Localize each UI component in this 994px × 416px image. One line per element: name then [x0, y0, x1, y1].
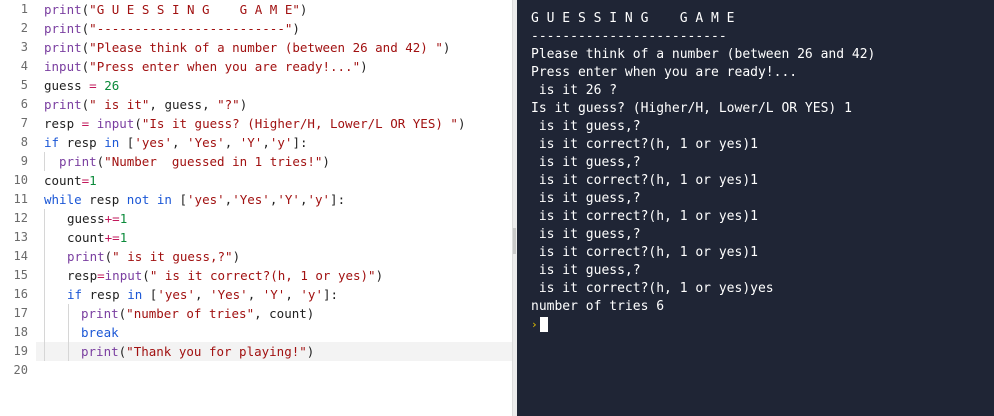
console-line: -------------------------: [531, 29, 727, 44]
text-cursor: [539, 317, 548, 332]
line-number-current: 19: [13, 344, 28, 358]
console-line: Please think of a number (between 26 and…: [531, 47, 876, 62]
line-number: 3: [20, 40, 28, 54]
line-number: 13: [13, 230, 28, 244]
code-line[interactable]: print("number of tries", count): [81, 304, 314, 323]
code-line[interactable]: guess = 26: [44, 76, 119, 95]
code-line[interactable]: print("Number guessed in 1 tries!"): [59, 152, 330, 171]
console-line: is it 26 ?: [531, 83, 618, 98]
line-number: 2: [20, 21, 28, 35]
code-line[interactable]: print(" is it", guess, "?"): [44, 95, 247, 114]
console-line: Is it guess? (Higher/H, Lower/L OR YES) …: [531, 101, 852, 116]
console-line: is it guess,?: [531, 155, 641, 170]
code-line[interactable]: break: [81, 323, 119, 342]
line-number: 5: [20, 78, 28, 92]
console-line: is it correct?(h, 1 or yes)1: [531, 245, 758, 260]
line-number: 17: [13, 306, 28, 320]
console-input-line[interactable]: ›: [531, 316, 548, 334]
code-line[interactable]: count+=1: [67, 228, 127, 247]
code-line[interactable]: while resp not in ['yes','Yes','Y','y']:: [44, 190, 345, 209]
line-number: 4: [20, 59, 28, 73]
code-line[interactable]: if resp in ['yes', 'Yes', 'Y', 'y']:: [67, 285, 338, 304]
line-number: 11: [13, 192, 28, 206]
line-number: 9: [20, 154, 28, 168]
code-line[interactable]: print("G U E S S I N G G A M E"): [44, 0, 307, 19]
line-number: 8: [20, 135, 28, 149]
code-line[interactable]: count=1: [44, 171, 97, 190]
code-area[interactable]: print("G U E S S I N G G A M E") print("…: [36, 0, 512, 416]
line-number-gutter: 1 2 3 4 5 6 7 8 9 10 11 12 13 14 15 16 1…: [0, 0, 36, 416]
console-line: Press enter when you are ready!...: [531, 65, 798, 80]
line-number: 18: [13, 325, 28, 339]
console-line: is it guess,?: [531, 119, 641, 134]
console-line: is it correct?(h, 1 or yes)yes: [531, 281, 774, 296]
code-line[interactable]: guess+=1: [67, 209, 127, 228]
code-line[interactable]: resp = input("Is it guess? (Higher/H, Lo…: [44, 114, 465, 133]
console-line: number of tries 6: [531, 299, 665, 314]
console-line: is it correct?(h, 1 or yes)1: [531, 173, 758, 188]
code-line[interactable]: print("Please think of a number (between…: [44, 38, 450, 57]
line-number: 15: [13, 268, 28, 282]
line-number: 16: [13, 287, 28, 301]
line-number: 1: [20, 2, 28, 16]
code-editor[interactable]: 1 2 3 4 5 6 7 8 9 10 11 12 13 14 15 16 1…: [0, 0, 512, 416]
console-line: is it correct?(h, 1 or yes)1: [531, 137, 758, 152]
line-number: 6: [20, 97, 28, 111]
code-line[interactable]: print("-------------------------"): [44, 19, 300, 38]
code-line[interactable]: print(" is it guess,?"): [67, 247, 240, 266]
console-line: is it correct?(h, 1 or yes)1: [531, 209, 758, 224]
line-number: 7: [20, 116, 28, 130]
code-line[interactable]: resp=input(" is it correct?(h, 1 or yes)…: [67, 266, 383, 285]
splitter-grip-handle[interactable]: [513, 228, 516, 254]
code-line[interactable]: input("Press enter when you are ready!..…: [44, 57, 368, 76]
code-line-current[interactable]: print("Thank you for playing!"): [81, 342, 314, 361]
line-number: 12: [13, 211, 28, 225]
console-line: is it guess,?: [531, 227, 641, 242]
prompt-chevron-icon: ›: [531, 318, 538, 331]
console-line: is it guess,?: [531, 263, 641, 278]
console-line: G U E S S I N G G A M E: [531, 11, 735, 26]
line-number: 14: [13, 249, 28, 263]
console-line: is it guess,?: [531, 191, 641, 206]
output-console[interactable]: G U E S S I N G G A M E ----------------…: [517, 0, 994, 416]
line-number: 10: [13, 173, 28, 187]
line-number: 20: [13, 363, 28, 377]
code-line[interactable]: if resp in ['yes', 'Yes', 'Y','y']:: [44, 133, 308, 152]
